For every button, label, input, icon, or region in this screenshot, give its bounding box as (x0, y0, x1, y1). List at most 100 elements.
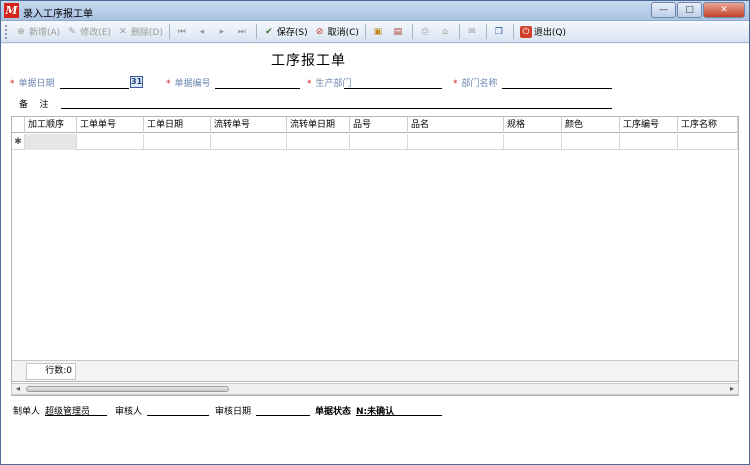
copy-button[interactable]: ❐ (490, 23, 510, 41)
scroll-right-icon[interactable]: ▸ (726, 384, 738, 394)
horizontal-scrollbar[interactable]: ◂ ▸ (11, 383, 739, 395)
form-area: 工序报工单 * 单据日期 31 * 单据编号 * 生产部门 * 部门名称 备 注 加工顺… (1, 44, 749, 464)
remark-label: 备 注 (19, 100, 49, 110)
window-controls: — □ ✕ (651, 2, 745, 18)
export-button[interactable]: ▤ (389, 23, 409, 41)
delete-button-label: 删除(D) (130, 28, 163, 38)
dept-name-field[interactable] (502, 88, 612, 89)
grid-cell[interactable] (408, 134, 504, 150)
creator-field (45, 415, 107, 416)
grid-header: 加工顺序 工单单号 工单日期 流转单号 流转单日期 品号 品名 规格 颜色 工序… (12, 117, 738, 133)
minimize-button[interactable]: — (651, 2, 676, 18)
column-header[interactable]: 工单日期 (144, 117, 211, 133)
grid-cell[interactable] (678, 134, 738, 150)
import-button[interactable]: ▣ (369, 23, 389, 41)
edit-button[interactable]: ✎ 修改(E) (63, 23, 114, 41)
close-button[interactable]: ✕ (703, 2, 745, 18)
scroll-left-icon[interactable]: ◂ (12, 384, 24, 394)
required-mark: * (166, 79, 171, 89)
cancel-button-label: 取消(C) (327, 28, 359, 38)
column-header[interactable]: 加工顺序 (25, 117, 77, 133)
toolbar-separator (485, 24, 487, 39)
column-header[interactable]: 工单单号 (77, 117, 144, 133)
grid-cell[interactable] (620, 134, 678, 150)
exit-icon: ⏻ (519, 25, 532, 38)
prev-record-button[interactable]: ◂ (193, 23, 213, 41)
toolbar-separator (255, 24, 257, 39)
row-count: 行数:0 (26, 363, 76, 380)
row-indicator-header (12, 117, 25, 133)
required-mark: * (10, 79, 15, 89)
column-header[interactable]: 流转单号 (211, 117, 287, 133)
reviewer-field (147, 415, 209, 416)
title-bar[interactable]: M 录入工序报工单 — □ ✕ (1, 1, 749, 21)
maximize-button[interactable]: □ (677, 2, 702, 18)
add-button[interactable]: ⊕ 新增(A) (12, 23, 63, 41)
main-window: M 录入工序报工单 — □ ✕ ⊕ 新增(A) ✎ 修改(E) ✕ 删除(D) ⏮ ◂… (0, 0, 750, 465)
status-field (356, 415, 442, 416)
add-button-label: 新增(A) (29, 28, 61, 38)
status-label: 单据状态 (315, 407, 352, 417)
column-header[interactable]: 工序编号 (620, 117, 678, 133)
edit-button-label: 修改(E) (80, 28, 111, 38)
first-record-button[interactable]: ⏮ (173, 23, 193, 41)
cancel-icon: ⊘ (315, 26, 324, 37)
reviewer-label: 审核人 (115, 407, 143, 417)
column-header[interactable]: 品号 (350, 117, 408, 133)
bottom-fields: 制单人 超级管理员 审核人 审核日期 单据状态 N:未确认 (1, 402, 749, 422)
new-row-marker-icon: ✱ (12, 134, 25, 150)
toolbar-separator (512, 24, 514, 39)
toolbar-grip-icon[interactable] (5, 24, 8, 39)
attach-button[interactable]: ⌂ (436, 23, 456, 41)
next-record-icon: ▸ (219, 26, 225, 37)
bill-date-label-text: 单据日期 (18, 79, 55, 89)
column-header[interactable]: 品名 (408, 117, 504, 133)
next-record-button[interactable]: ▸ (213, 23, 233, 41)
bill-date-field[interactable] (60, 88, 129, 89)
last-record-icon: ⏭ (237, 26, 246, 37)
save-button[interactable]: ✔ 保存(S) (260, 23, 311, 41)
delete-icon: ✕ (119, 26, 127, 37)
new-row[interactable]: ✱ (12, 134, 738, 150)
column-header[interactable]: 流转单日期 (287, 117, 350, 133)
attach-icon: ⌂ (442, 26, 448, 37)
print-button[interactable]: ⎙ (416, 23, 436, 41)
column-header[interactable]: 规格 (504, 117, 562, 133)
column-header[interactable]: 工序名称 (678, 117, 738, 133)
calendar-icon[interactable]: 31 (130, 76, 143, 88)
exit-button[interactable]: ⏻ 退出(Q) (517, 23, 569, 41)
dept-name-label: * 部门名称 (453, 76, 498, 89)
creator-label: 制单人 (13, 407, 41, 417)
mail-button[interactable]: ✉ (463, 23, 483, 41)
prev-record-icon: ◂ (199, 26, 205, 37)
production-dept-field[interactable] (344, 88, 442, 89)
first-record-icon: ⏮ (177, 26, 186, 37)
grid-cell[interactable] (211, 134, 287, 150)
grid-cell[interactable] (287, 134, 350, 150)
toolbar: ⊕ 新增(A) ✎ 修改(E) ✕ 删除(D) ⏮ ◂ ▸ ⏭ ✔ 保存(S) ⊘ 取消(… (1, 21, 749, 43)
grid-cell[interactable] (562, 134, 620, 150)
export-icon: ▤ (393, 26, 403, 37)
delete-button[interactable]: ✕ 删除(D) (114, 23, 166, 41)
review-date-label: 审核日期 (215, 407, 252, 417)
scrollbar-thumb[interactable] (26, 386, 229, 392)
folder-icon: ▣ (373, 26, 383, 37)
grid-cell[interactable] (25, 134, 77, 150)
exit-button-label: 退出(Q) (533, 28, 567, 38)
remark-field[interactable] (61, 108, 612, 109)
bill-no-field[interactable] (215, 88, 300, 89)
last-record-button[interactable]: ⏭ (233, 23, 253, 41)
grid-cell[interactable] (504, 134, 562, 150)
toolbar-separator (411, 24, 413, 39)
dept-name-label-text: 部门名称 (461, 79, 498, 89)
form-title: 工序报工单 (271, 53, 346, 69)
save-icon: ✔ (265, 26, 273, 37)
column-header[interactable]: 颜色 (562, 117, 620, 133)
required-mark: * (307, 79, 312, 89)
grid-cell[interactable] (77, 134, 144, 150)
grid-cell[interactable] (144, 134, 211, 150)
grid-cell[interactable] (350, 134, 408, 150)
detail-grid[interactable]: 加工顺序 工单单号 工单日期 流转单号 流转单日期 品号 品名 规格 颜色 工序… (11, 116, 739, 396)
cancel-button[interactable]: ⊘ 取消(C) (311, 23, 362, 41)
bill-no-label-text: 单据编号 (174, 79, 211, 89)
